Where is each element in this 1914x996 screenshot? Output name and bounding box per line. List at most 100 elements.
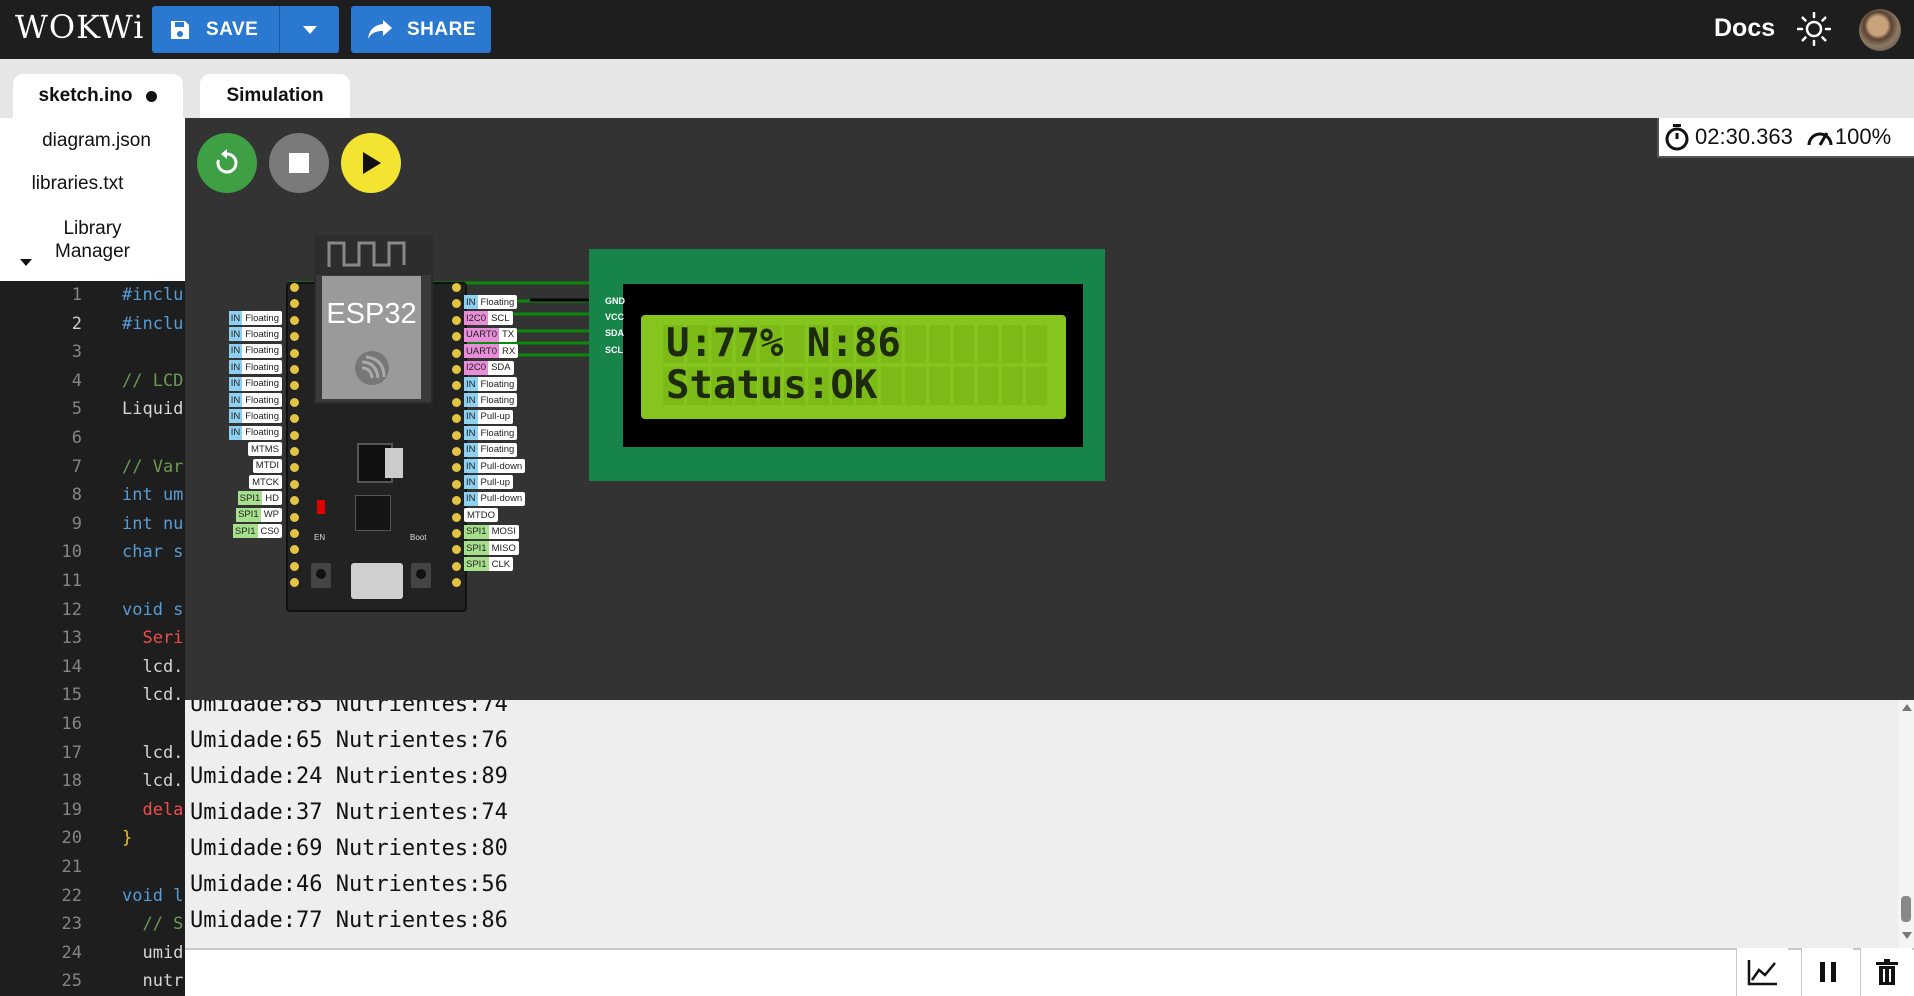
pin-value: HD bbox=[265, 492, 279, 504]
header-pin[interactable] bbox=[290, 348, 299, 358]
code-line[interactable]: Seri bbox=[122, 628, 183, 648]
header-pin[interactable] bbox=[452, 365, 461, 374]
code-line[interactable]: lcd. bbox=[122, 771, 183, 791]
share-button[interactable]: SHARE bbox=[351, 6, 491, 53]
code-line[interactable]: void s bbox=[122, 600, 183, 620]
code-line[interactable]: #inclu bbox=[122, 314, 183, 334]
header-pin[interactable] bbox=[452, 348, 461, 358]
scroll-down-arrow-icon[interactable] bbox=[1902, 932, 1912, 939]
header-pin[interactable] bbox=[290, 397, 299, 407]
tab-sketch-ino[interactable]: sketch.ino bbox=[13, 74, 183, 118]
pin-value: Floating bbox=[245, 312, 279, 324]
pin-label: IN Floating bbox=[228, 311, 282, 325]
pin-kind: SPI1 bbox=[232, 524, 258, 539]
code-line[interactable]: } bbox=[122, 828, 132, 848]
header-pin[interactable] bbox=[452, 561, 461, 571]
pin-label: IN Floating bbox=[228, 425, 282, 440]
code-line[interactable]: char s bbox=[122, 542, 183, 562]
code-editor[interactable]: 1 #inclu 2 #inclu 3 4 // LCD 5 Liquid 6 7 // Var 8 in… bbox=[0, 281, 185, 996]
code-line[interactable]: lcd. bbox=[122, 743, 183, 763]
header-pin[interactable] bbox=[290, 365, 299, 374]
header-pin[interactable] bbox=[452, 512, 461, 522]
pin-value: Floating bbox=[245, 427, 279, 439]
header-pin[interactable] bbox=[452, 315, 461, 325]
pin-value: Floating bbox=[245, 361, 279, 373]
line-number: 9 bbox=[71, 513, 82, 534]
code-line[interactable]: dela bbox=[122, 800, 183, 820]
header-pin[interactable] bbox=[290, 529, 299, 538]
pause-button[interactable] bbox=[1801, 948, 1853, 996]
scroll-thumb[interactable] bbox=[1901, 896, 1911, 922]
header-pin[interactable] bbox=[290, 479, 299, 489]
share-label: SHARE bbox=[407, 18, 477, 40]
line-number: 18 bbox=[61, 771, 82, 792]
header-pin[interactable] bbox=[452, 479, 461, 489]
code-line[interactable]: lcd. bbox=[122, 657, 183, 677]
pin-kind: IN bbox=[464, 491, 478, 506]
serial-input[interactable] bbox=[185, 948, 1914, 996]
plotter-button[interactable] bbox=[1736, 948, 1788, 996]
theme-sun-icon[interactable] bbox=[1797, 12, 1831, 46]
share-icon bbox=[368, 19, 392, 39]
docs-link[interactable]: Docs bbox=[1714, 14, 1775, 43]
wokwi-logo[interactable]: WOKWi bbox=[15, 8, 144, 46]
scroll-up-arrow-icon[interactable] bbox=[1902, 704, 1912, 711]
espressif-logo-icon bbox=[355, 351, 389, 385]
lcd-cell bbox=[905, 367, 926, 405]
line-number: 8 bbox=[71, 485, 82, 506]
simulation-canvas: 02:30.363 100% ESP32 EN Boot IN Floating I… bbox=[185, 118, 1914, 700]
clear-button[interactable] bbox=[1860, 948, 1912, 996]
pin-value: Floating bbox=[245, 345, 279, 357]
serial-line: Umidade:24 Nutrientes:89 bbox=[190, 764, 508, 789]
header-pin[interactable] bbox=[452, 397, 461, 407]
code-line[interactable]: Liquid bbox=[122, 399, 183, 419]
boot-button[interactable] bbox=[411, 563, 431, 588]
header-pin[interactable] bbox=[290, 430, 299, 440]
boot-label: Boot bbox=[410, 533, 427, 542]
line-number: 24 bbox=[61, 942, 82, 963]
header-pin[interactable] bbox=[290, 283, 299, 292]
pin-kind: IN bbox=[228, 409, 243, 424]
lcd-pin-gnd: GND bbox=[605, 296, 625, 306]
header-pin[interactable] bbox=[290, 561, 299, 571]
code-line[interactable]: int nu bbox=[122, 514, 183, 534]
pin-label: SPI1 MISO bbox=[464, 541, 519, 555]
header-pin[interactable] bbox=[452, 283, 461, 292]
header-pin[interactable] bbox=[452, 447, 461, 456]
code-line[interactable]: // S bbox=[122, 914, 183, 934]
header-pin[interactable] bbox=[452, 529, 461, 538]
file-menu-item-libraries[interactable]: libraries.txt bbox=[0, 173, 170, 195]
pin-label: MTCK bbox=[249, 475, 282, 489]
en-button[interactable] bbox=[311, 563, 331, 588]
code-line[interactable]: int um bbox=[122, 485, 183, 505]
file-menu-item-diagram[interactable]: diagram.json bbox=[4, 130, 189, 152]
serial-monitor-output[interactable]: Umidade:85 Nutrientes:74 Umidade:65 Nutri… bbox=[185, 700, 1898, 948]
file-menu-caret-icon[interactable] bbox=[20, 259, 32, 266]
pin-kind: IN bbox=[228, 360, 243, 375]
code-line[interactable]: lcd. bbox=[122, 685, 183, 705]
pin-label: MTDO bbox=[464, 508, 498, 523]
code-line[interactable]: // LCD bbox=[122, 371, 183, 391]
lcd-cell bbox=[953, 325, 975, 363]
tab-simulation[interactable]: Simulation bbox=[200, 74, 350, 118]
header-pin[interactable] bbox=[290, 447, 299, 456]
pin-label: IN Pull-up bbox=[464, 409, 514, 424]
header-pin[interactable] bbox=[290, 512, 299, 522]
pin-label: MTMS bbox=[248, 442, 282, 457]
user-avatar[interactable] bbox=[1859, 9, 1901, 51]
antenna-trace-icon bbox=[327, 241, 406, 267]
serial-scrollbar[interactable] bbox=[1898, 700, 1914, 948]
code-line[interactable]: // Var bbox=[122, 457, 183, 477]
save-options-button[interactable] bbox=[280, 6, 339, 53]
header-pin[interactable] bbox=[452, 430, 461, 440]
file-menu-item-library-manager[interactable]: Library Manager bbox=[0, 217, 185, 263]
code-line[interactable]: #inclu bbox=[122, 285, 183, 305]
lcd-screen: U:77% N:86 Status:OK bbox=[641, 315, 1066, 419]
lcd-cell bbox=[905, 325, 926, 363]
code-line[interactable]: void l bbox=[122, 886, 183, 906]
code-line[interactable]: nutr bbox=[122, 971, 183, 991]
code-line[interactable]: umid bbox=[122, 943, 183, 963]
header-pin[interactable] bbox=[290, 315, 299, 325]
pin-value: Pull-up bbox=[480, 411, 511, 423]
save-button[interactable]: SAVE bbox=[152, 6, 279, 53]
